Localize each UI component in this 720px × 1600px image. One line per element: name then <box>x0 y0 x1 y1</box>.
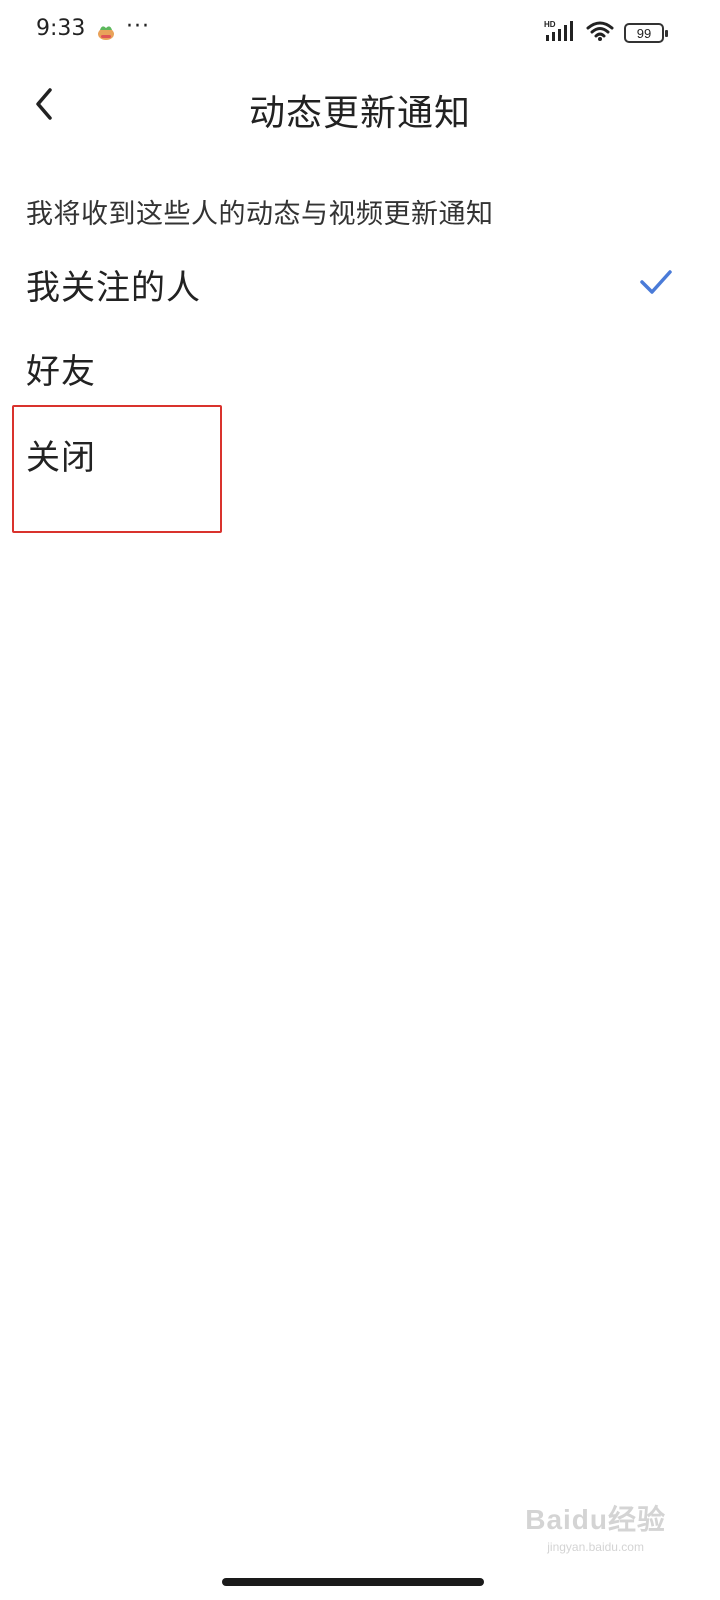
check-icon <box>638 264 674 300</box>
option-off[interactable]: 关闭 <box>0 414 720 498</box>
network-label: HD <box>544 20 556 29</box>
option-label: 关闭 <box>26 438 96 478</box>
status-bar: 9:33 ··· HD 99 <box>0 0 720 64</box>
signal-icon: HD <box>544 20 576 46</box>
option-label: 好友 <box>26 352 96 392</box>
watermark-logo: Baidu经验 <box>525 1504 666 1535</box>
status-time: 9:33 <box>36 16 86 41</box>
screen: 9:33 ··· HD 99 动态更新通知 我将收到这些人的动态与视频更新通知 … <box>0 0 720 1600</box>
watermark: Baidu经验 jingyan.baidu.com <box>525 1498 666 1554</box>
option-friends[interactable]: 好友 <box>0 328 720 412</box>
watermark-url: jingyan.baidu.com <box>547 1540 644 1554</box>
page-title: 动态更新通知 <box>248 93 471 134</box>
option-label: 我关注的人 <box>26 268 201 308</box>
wifi-icon <box>586 20 614 46</box>
status-icons: HD 99 <box>544 20 668 46</box>
section-description: 我将收到这些人的动态与视频更新通知 <box>26 199 494 230</box>
home-indicator[interactable] <box>222 1578 484 1586</box>
battery-icon: 99 <box>624 23 668 43</box>
app-notification-icon <box>96 22 116 42</box>
header: 动态更新通知 <box>0 64 720 152</box>
more-notifications-icon: ··· <box>126 14 150 39</box>
option-following[interactable]: 我关注的人 <box>0 244 720 328</box>
